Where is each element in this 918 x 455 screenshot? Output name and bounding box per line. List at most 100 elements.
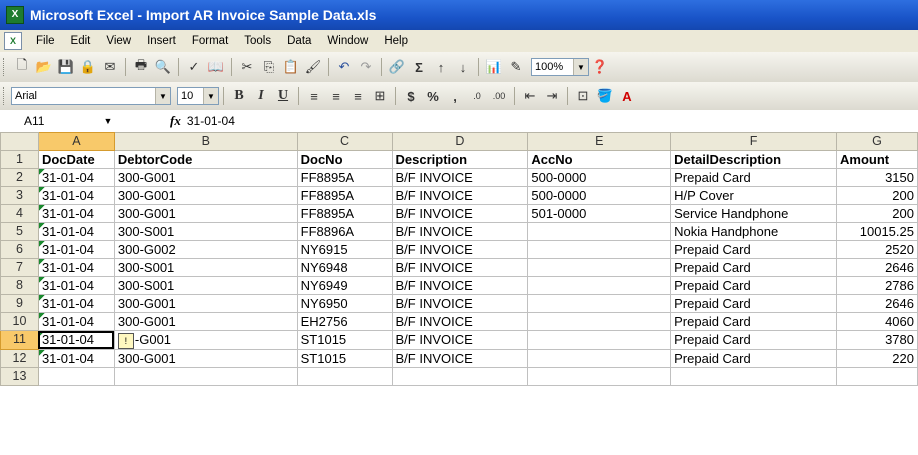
permission-icon[interactable]: 🔒 — [78, 57, 98, 77]
header-cell[interactable]: DebtorCode — [113, 150, 298, 169]
row-header[interactable]: 11 — [0, 330, 39, 350]
table-cell[interactable]: Prepaid Card — [670, 348, 837, 368]
formula-input[interactable]: 31-01-04 — [187, 114, 235, 128]
header-cell[interactable]: DocNo — [296, 150, 393, 169]
table-cell[interactable]: 501-0000 — [527, 204, 672, 223]
table-cell[interactable]: B/F INVOICE — [391, 258, 529, 277]
table-cell[interactable]: H/P Cover — [670, 186, 837, 205]
table-cell[interactable] — [113, 366, 298, 386]
copy-icon[interactable]: ⎘ — [259, 57, 279, 77]
table-cell[interactable] — [527, 330, 672, 350]
table-cell[interactable]: NY6915 — [296, 240, 393, 259]
menu-window[interactable]: Window — [319, 35, 376, 47]
align-left-icon[interactable]: ≡ — [304, 86, 324, 106]
table-cell[interactable]: Prepaid Card — [670, 240, 837, 259]
menu-data[interactable]: Data — [279, 35, 319, 47]
column-header-b[interactable]: B — [113, 132, 298, 151]
row-header[interactable]: 1 — [0, 150, 39, 169]
chevron-down-icon[interactable]: ▼ — [155, 88, 170, 104]
percent-icon[interactable]: % — [423, 86, 443, 106]
font-color-icon[interactable]: A — [617, 86, 637, 106]
header-cell[interactable]: DetailDescription — [670, 150, 837, 169]
menu-edit[interactable]: Edit — [63, 35, 99, 47]
help-icon[interactable]: ❓ — [590, 57, 610, 77]
align-right-icon[interactable]: ≡ — [348, 86, 368, 106]
row-header[interactable]: 13 — [0, 366, 39, 386]
font-name-select[interactable]: Arial ▼ — [11, 87, 171, 105]
table-cell[interactable]: 300-G001 — [113, 186, 298, 205]
autosum-icon[interactable]: Σ — [409, 57, 429, 77]
table-cell[interactable]: 31-01-04 — [37, 186, 115, 205]
error-warning-icon[interactable]: ! — [117, 332, 134, 349]
column-header-c[interactable]: C — [296, 132, 393, 151]
header-cell[interactable]: Description — [391, 150, 529, 169]
table-cell[interactable]: 4060 — [836, 312, 918, 331]
column-header-a[interactable]: A — [37, 132, 115, 151]
table-cell[interactable]: FF8895A — [296, 204, 393, 223]
row-header[interactable]: 3 — [0, 186, 39, 205]
workbook-icon[interactable]: X — [4, 32, 22, 50]
font-size-select[interactable]: 10 ▼ — [177, 87, 219, 105]
insert-function-icon[interactable]: fx — [170, 113, 181, 129]
table-cell[interactable]: Prepaid Card — [670, 312, 837, 331]
print-icon[interactable]: 🖶 — [131, 57, 151, 77]
chart-wizard-icon[interactable]: 📊 — [484, 57, 504, 77]
table-cell[interactable]: B/F INVOICE — [391, 330, 529, 350]
table-cell[interactable]: 10015.25 — [836, 222, 918, 241]
row-header[interactable]: 5 — [0, 222, 39, 241]
table-cell[interactable]: 31-01-04 — [37, 330, 115, 350]
paste-icon[interactable]: 📋 — [281, 57, 301, 77]
row-header[interactable]: 10 — [0, 312, 39, 331]
table-cell[interactable]: B/F INVOICE — [391, 240, 529, 259]
table-cell[interactable]: 300-S001 — [113, 258, 298, 277]
currency-icon[interactable]: $ — [401, 86, 421, 106]
borders-icon[interactable]: ⊡ — [573, 86, 593, 106]
table-cell[interactable]: B/F INVOICE — [391, 348, 529, 368]
cut-icon[interactable]: ✂ — [237, 57, 257, 77]
table-cell[interactable] — [836, 366, 918, 386]
table-cell[interactable]: FF8896A — [296, 222, 393, 241]
select-all-corner[interactable] — [0, 132, 39, 151]
table-cell[interactable]: 31-01-04 — [37, 294, 115, 313]
table-cell[interactable]: NY6950 — [296, 294, 393, 313]
print-preview-icon[interactable]: 🔍 — [153, 57, 173, 77]
redo-icon[interactable]: ↷ — [356, 57, 376, 77]
table-cell[interactable]: 300-S001 — [113, 222, 298, 241]
menu-tools[interactable]: Tools — [236, 35, 279, 47]
row-header[interactable]: 4 — [0, 204, 39, 223]
table-cell[interactable] — [670, 366, 837, 386]
table-cell[interactable] — [527, 294, 672, 313]
table-cell[interactable]: 31-01-04 — [37, 204, 115, 223]
table-cell[interactable] — [527, 348, 672, 368]
table-cell[interactable]: 300-G001 — [113, 204, 298, 223]
table-cell[interactable]: B/F INVOICE — [391, 168, 529, 187]
table-cell[interactable]: 300-G001 — [113, 294, 298, 313]
table-cell[interactable]: Nokia Handphone — [670, 222, 837, 241]
table-cell[interactable]: B/F INVOICE — [391, 294, 529, 313]
menu-view[interactable]: View — [98, 35, 139, 47]
table-cell[interactable]: B/F INVOICE — [391, 186, 529, 205]
table-cell[interactable]: 300-S001 — [113, 276, 298, 295]
decrease-indent-icon[interactable]: ⇤ — [520, 86, 540, 106]
table-cell[interactable] — [527, 312, 672, 331]
column-header-g[interactable]: G — [836, 132, 918, 151]
name-box[interactable]: A11 — [20, 112, 98, 130]
table-cell[interactable]: 2786 — [836, 276, 918, 295]
menu-format[interactable]: Format — [184, 35, 236, 47]
drawing-icon[interactable]: ✎ — [506, 57, 526, 77]
increase-decimal-icon[interactable]: .0 — [467, 86, 487, 106]
menu-help[interactable]: Help — [376, 35, 416, 47]
undo-icon[interactable]: ↶ — [334, 57, 354, 77]
table-cell[interactable]: Service Handphone — [670, 204, 837, 223]
table-cell[interactable]: EH2756 — [296, 312, 393, 331]
research-icon[interactable]: 📖 — [206, 57, 226, 77]
table-cell[interactable] — [527, 240, 672, 259]
table-cell[interactable]: B/F INVOICE — [391, 276, 529, 295]
toolbar-grip[interactable] — [3, 58, 7, 76]
align-center-icon[interactable]: ≡ — [326, 86, 346, 106]
header-cell[interactable]: AccNo — [527, 150, 672, 169]
row-header[interactable]: 8 — [0, 276, 39, 295]
column-header-f[interactable]: F — [670, 132, 837, 151]
table-cell[interactable]: Prepaid Card — [670, 330, 837, 350]
table-cell[interactable]: ST1015 — [296, 330, 393, 350]
